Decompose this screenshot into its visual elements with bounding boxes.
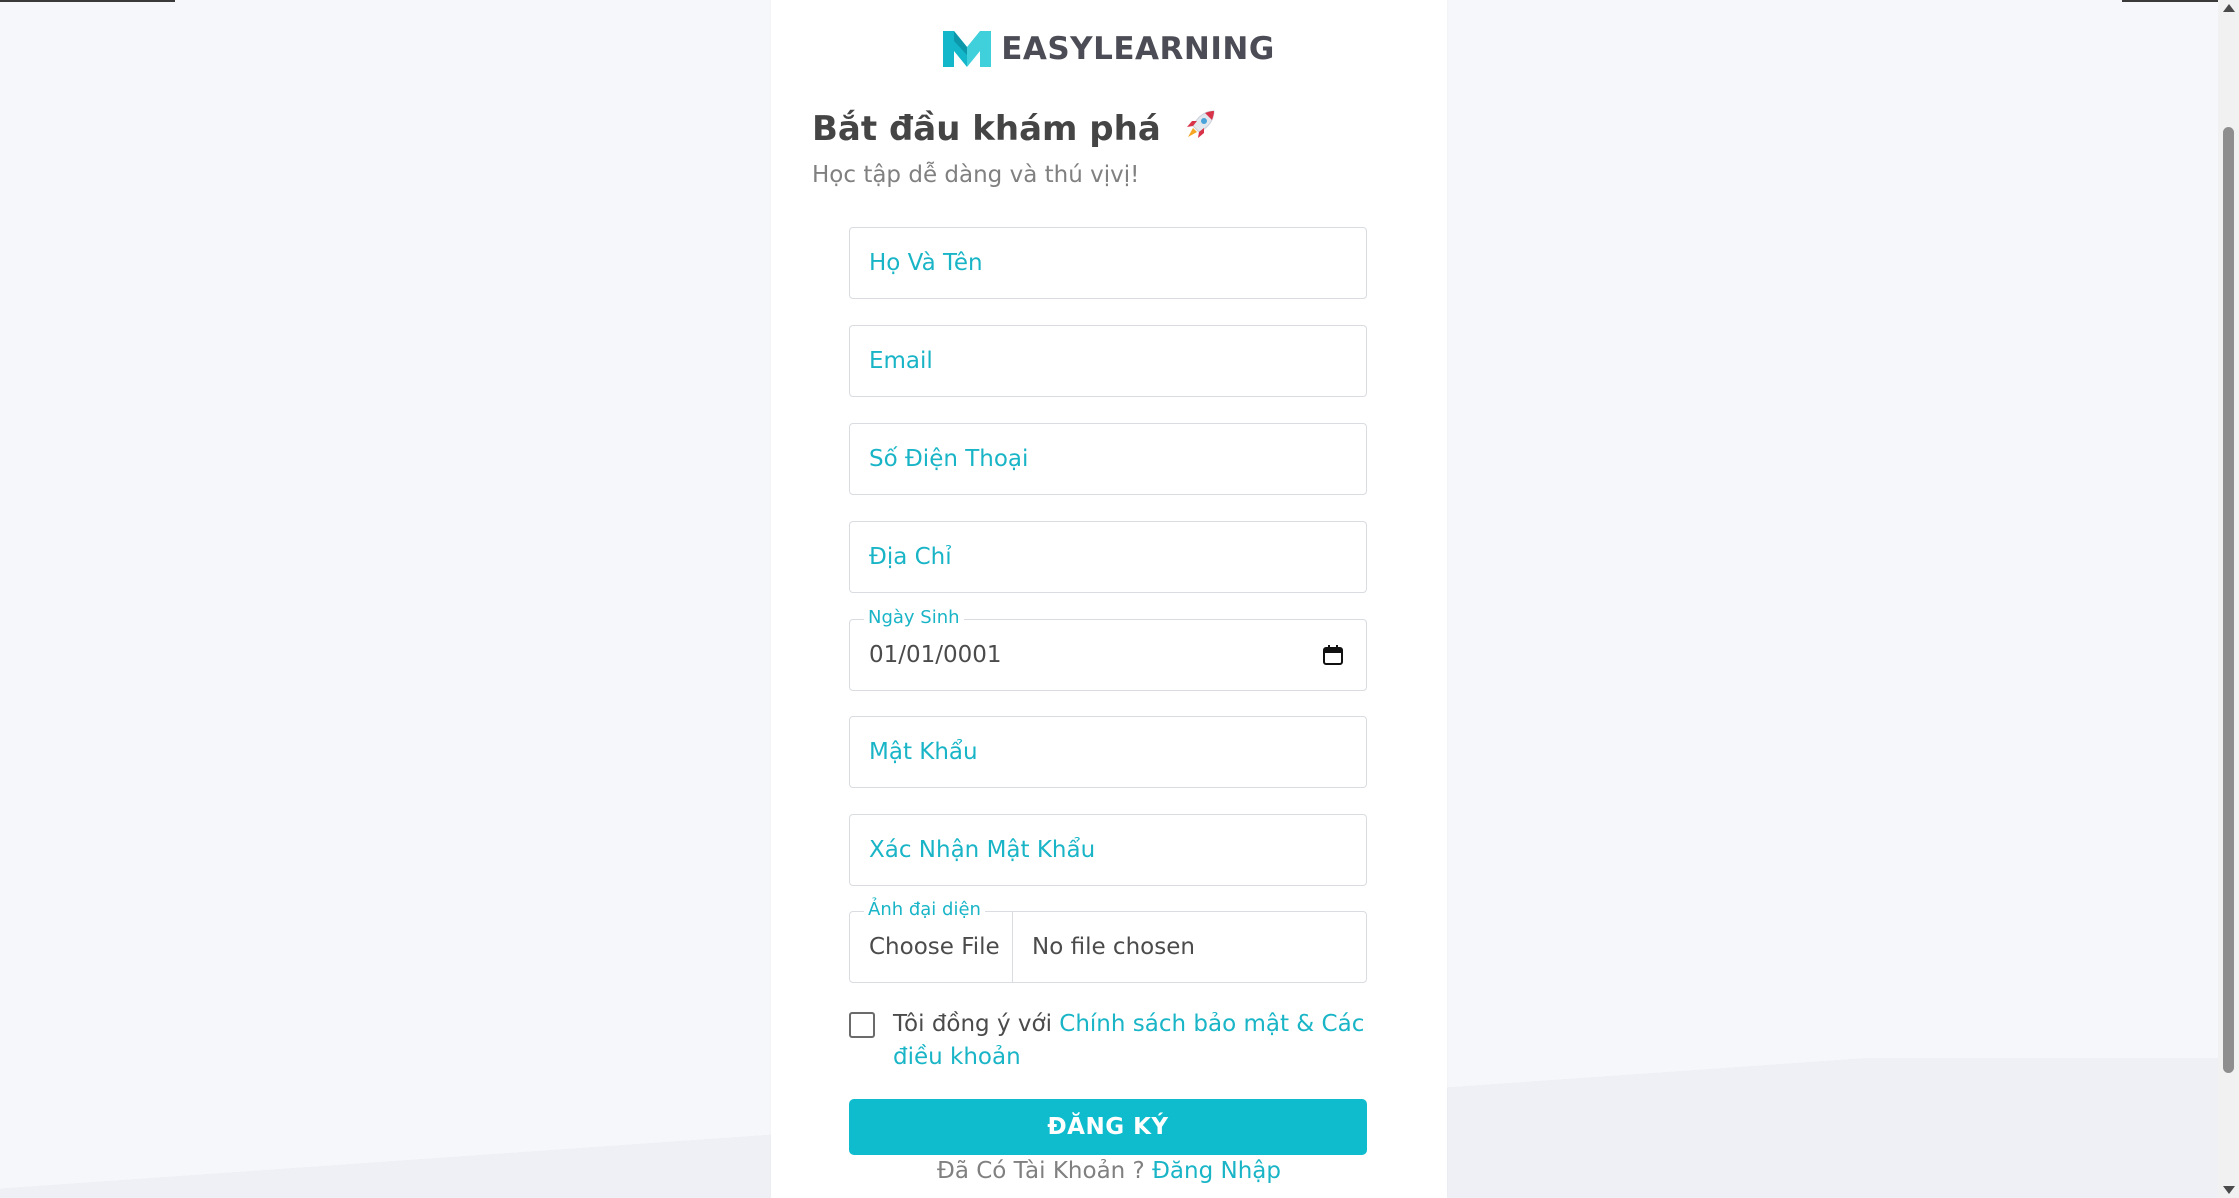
- scroll-thumb[interactable]: [2223, 127, 2234, 1073]
- phone-placeholder: Số Điện Thoại: [869, 446, 1029, 472]
- page-title: Bắt đầu khám phá: [812, 106, 1219, 149]
- address-field[interactable]: Địa Chỉ: [849, 521, 1367, 593]
- password-field[interactable]: Mật Khẩu: [849, 716, 1367, 788]
- email-placeholder: Email: [869, 348, 933, 374]
- address-placeholder: Địa Chỉ: [869, 544, 952, 570]
- register-card: EASYLEARNING Bắt đầu khám phá Học tập dễ…: [771, 0, 1447, 1198]
- scroll-up-arrow-icon[interactable]: [2223, 4, 2235, 12]
- email-field[interactable]: Email: [849, 325, 1367, 397]
- brand-logo[interactable]: EASYLEARNING: [771, 31, 1447, 67]
- birthday-value: 01/01/0001: [869, 642, 1002, 668]
- page-title-text: Bắt đầu khám phá: [812, 109, 1161, 149]
- calendar-icon[interactable]: [1322, 644, 1344, 666]
- page-subtitle: Học tập dễ dàng và thú vịvị!: [812, 162, 1140, 188]
- login-prompt: Đã Có Tài Khoản ? Đăng Nhập: [771, 1158, 1447, 1184]
- terms-text: Tôi đồng ý với Chính sách bảo mật & Các …: [893, 1008, 1367, 1074]
- page: EASYLEARNING Bắt đầu khám phá Học tập dễ…: [0, 0, 2239, 1198]
- rocket-icon: [1186, 110, 1215, 138]
- avatar-file-field: Ảnh đại diện Choose File No file chosen: [849, 899, 1367, 983]
- birthday-field[interactable]: Ngày Sinh 01/01/0001: [849, 607, 1367, 691]
- confirm-password-field[interactable]: Xác Nhận Mật Khẩu: [849, 814, 1367, 886]
- top-left-line: [0, 0, 175, 2]
- confirm-password-placeholder: Xác Nhận Mật Khẩu: [869, 837, 1096, 863]
- full-name-field[interactable]: Họ Và Tên: [849, 227, 1367, 299]
- choose-file-button[interactable]: Choose File: [850, 912, 1013, 982]
- birthday-label: Ngày Sinh: [864, 607, 964, 628]
- file-status: No file chosen: [1032, 934, 1195, 960]
- brand-name: EASYLEARNING: [1001, 31, 1275, 67]
- login-prompt-text: Đã Có Tài Khoản ?: [937, 1158, 1153, 1184]
- terms-checkbox[interactable]: [849, 1012, 875, 1038]
- login-link[interactable]: Đăng Nhập: [1152, 1158, 1281, 1184]
- phone-field[interactable]: Số Điện Thoại: [849, 423, 1367, 495]
- scroll-down-arrow-icon[interactable]: [2223, 1186, 2235, 1194]
- register-button[interactable]: ĐĂNG KÝ: [849, 1099, 1367, 1155]
- full-name-placeholder: Họ Và Tên: [869, 250, 983, 276]
- m-logo-icon: [943, 31, 992, 67]
- password-placeholder: Mật Khẩu: [869, 739, 978, 765]
- top-right-line: [2122, 0, 2222, 2]
- terms-prefix: Tôi đồng ý với: [893, 1011, 1060, 1037]
- vertical-scrollbar[interactable]: [2218, 0, 2239, 1198]
